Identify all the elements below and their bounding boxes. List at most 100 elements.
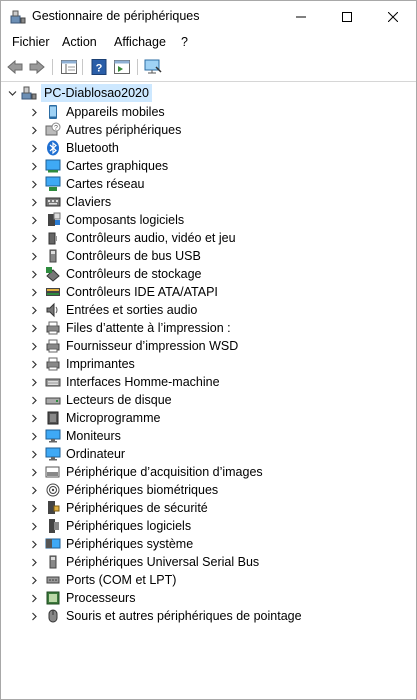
minimize-button[interactable] (278, 1, 324, 32)
expand-chevron-icon[interactable] (29, 355, 39, 373)
expand-chevron-icon[interactable] (29, 337, 39, 355)
svg-text:?: ? (54, 125, 58, 132)
processor-icon (46, 591, 60, 605)
expand-chevron-icon[interactable] (29, 157, 39, 175)
tree-item-label: Imprimantes (66, 357, 135, 371)
tree-root[interactable]: PC-Diablosao2020 (7, 84, 152, 102)
close-button[interactable] (370, 1, 416, 32)
expand-chevron-icon[interactable] (29, 247, 39, 265)
disk-drive-icon (45, 397, 61, 405)
tree-item-biometric[interactable]: Périphériques biométriques (29, 481, 218, 499)
expand-chevron-icon[interactable] (29, 589, 39, 607)
tree-item-network-adapter[interactable]: Cartes réseau (29, 175, 145, 193)
menu-action[interactable]: Action (62, 35, 97, 49)
expand-chevron-icon[interactable] (29, 193, 39, 211)
tree-item-display-adapter[interactable]: Cartes graphiques (29, 157, 168, 175)
tree-item-processor[interactable]: Processeurs (29, 589, 135, 607)
expand-chevron-icon[interactable] (29, 211, 39, 229)
properties-button[interactable] (113, 58, 131, 76)
expand-chevron-icon[interactable] (29, 571, 39, 589)
expand-chevron-icon[interactable] (29, 427, 39, 445)
expand-chevron-icon[interactable] (29, 499, 39, 517)
system-device-icon (45, 538, 61, 549)
expand-chevron-icon[interactable] (29, 265, 39, 283)
expand-chevron-icon[interactable] (29, 301, 39, 319)
menu-help[interactable]: ? (181, 35, 188, 49)
unknown-device-icon: ? (45, 122, 61, 136)
expand-chevron-icon[interactable] (29, 409, 39, 427)
collapse-chevron-icon[interactable] (7, 84, 17, 102)
title-bar[interactable]: Gestionnaire de périphériques (1, 1, 416, 32)
expand-chevron-icon[interactable] (29, 463, 39, 481)
expand-chevron-icon[interactable] (29, 319, 39, 337)
expand-chevron-icon[interactable] (29, 121, 39, 139)
tree-item-audio-controller[interactable]: Contrôleurs audio, vidéo et jeu (29, 229, 236, 247)
tree-item-system-device[interactable]: Périphériques système (29, 535, 193, 553)
tree-item-software-device[interactable]: Périphériques logiciels (29, 517, 191, 535)
device-manager-window: Gestionnaire de périphériques Fichier Ac… (0, 0, 417, 700)
expand-chevron-icon[interactable] (29, 445, 39, 463)
expand-chevron-icon[interactable] (29, 553, 39, 571)
expand-chevron-icon[interactable] (29, 535, 39, 553)
tree-item-ide-controller[interactable]: Contrôleurs IDE ATA/ATAPI (29, 283, 218, 301)
expand-chevron-icon[interactable] (29, 373, 39, 391)
expand-chevron-icon[interactable] (29, 229, 39, 247)
menu-fichier[interactable]: Fichier (12, 35, 50, 49)
maximize-button[interactable] (324, 1, 370, 32)
tree-item-label: Interfaces Homme-machine (66, 375, 220, 389)
tree-item-computer[interactable]: Ordinateur (29, 445, 125, 463)
tree-item-label: Souris et autres périphériques de pointa… (66, 609, 302, 623)
software-device-icon (49, 519, 59, 533)
tree-item-bluetooth[interactable]: Bluetooth (29, 139, 119, 157)
show-hide-console-tree-button[interactable] (60, 58, 78, 76)
tree-item-audio-io[interactable]: Entrées et sorties audio (29, 301, 197, 319)
expand-chevron-icon[interactable] (29, 517, 39, 535)
tree-item-unknown-device[interactable]: ? Autres périphériques (29, 121, 181, 139)
tree-item-mouse[interactable]: Souris et autres périphériques de pointa… (29, 607, 302, 625)
tree-item-printer[interactable]: Imprimantes (29, 355, 135, 373)
expand-chevron-icon[interactable] (29, 103, 39, 121)
hid-icon (45, 378, 61, 387)
tree-item-hid[interactable]: Interfaces Homme-machine (29, 373, 220, 391)
expand-chevron-icon[interactable] (29, 283, 39, 301)
tree-item-mobile-device[interactable]: Appareils mobiles (29, 103, 165, 121)
device-manager-app-icon (10, 10, 26, 24)
wsd-print-provider-icon (46, 339, 60, 353)
usb-controller-icon (49, 249, 57, 263)
bluetooth-icon (47, 140, 59, 156)
tree-item-firmware[interactable]: Microprogramme (29, 409, 160, 427)
tree-item-software-component[interactable]: Composants logiciels (29, 211, 184, 229)
tree-item-monitor[interactable]: Moniteurs (29, 427, 121, 445)
tree-item-disk-drive[interactable]: Lecteurs de disque (29, 391, 172, 409)
expand-chevron-icon[interactable] (29, 607, 39, 625)
expand-chevron-icon[interactable] (29, 139, 39, 157)
tree-item-usb-device[interactable]: Périphériques Universal Serial Bus (29, 553, 259, 571)
tree-item-label: Contrôleurs IDE ATA/ATAPI (66, 285, 218, 299)
device-tree: PC-Diablosao2020 Appareils mobiles ? Autre… (1, 82, 416, 697)
tree-item-label: Ordinateur (66, 447, 126, 461)
tree-item-imaging-device[interactable]: Périphérique d’acquisition d’images (29, 463, 263, 481)
tree-item-storage-controller[interactable]: Contrôleurs de stockage (29, 265, 202, 283)
tree-item-port[interactable]: Ports (COM et LPT) (29, 571, 176, 589)
tree-item-usb-controller[interactable]: Contrôleurs de bus USB (29, 247, 201, 265)
tree-item-label: Lecteurs de disque (66, 393, 172, 407)
forward-button[interactable] (28, 58, 46, 76)
expand-chevron-icon[interactable] (29, 481, 39, 499)
back-button[interactable] (6, 58, 24, 76)
expand-chevron-icon[interactable] (29, 391, 39, 409)
scan-hardware-button[interactable] (144, 58, 162, 76)
expand-chevron-icon[interactable] (29, 175, 39, 193)
ide-controller-icon (46, 288, 60, 296)
close-icon (388, 11, 398, 22)
network-adapter-icon (45, 176, 61, 191)
tree-item-security-device[interactable]: Périphériques de sécurité (29, 499, 208, 517)
tree-item-keyboard[interactable]: Claviers (29, 193, 111, 211)
tree-item-label: Périphériques de sécurité (66, 501, 208, 515)
tree-item-wsd-print-provider[interactable]: Fournisseur d’impression WSD (29, 337, 238, 355)
tree-item-label: Périphériques logiciels (66, 519, 192, 533)
tree-item-print-queue[interactable]: Files d’attente à l’impression : (29, 319, 231, 337)
biometric-icon (46, 483, 60, 497)
help-button[interactable]: ? (90, 58, 108, 76)
tree-item-label: Appareils mobiles (66, 105, 165, 119)
menu-affichage[interactable]: Affichage (114, 35, 166, 49)
